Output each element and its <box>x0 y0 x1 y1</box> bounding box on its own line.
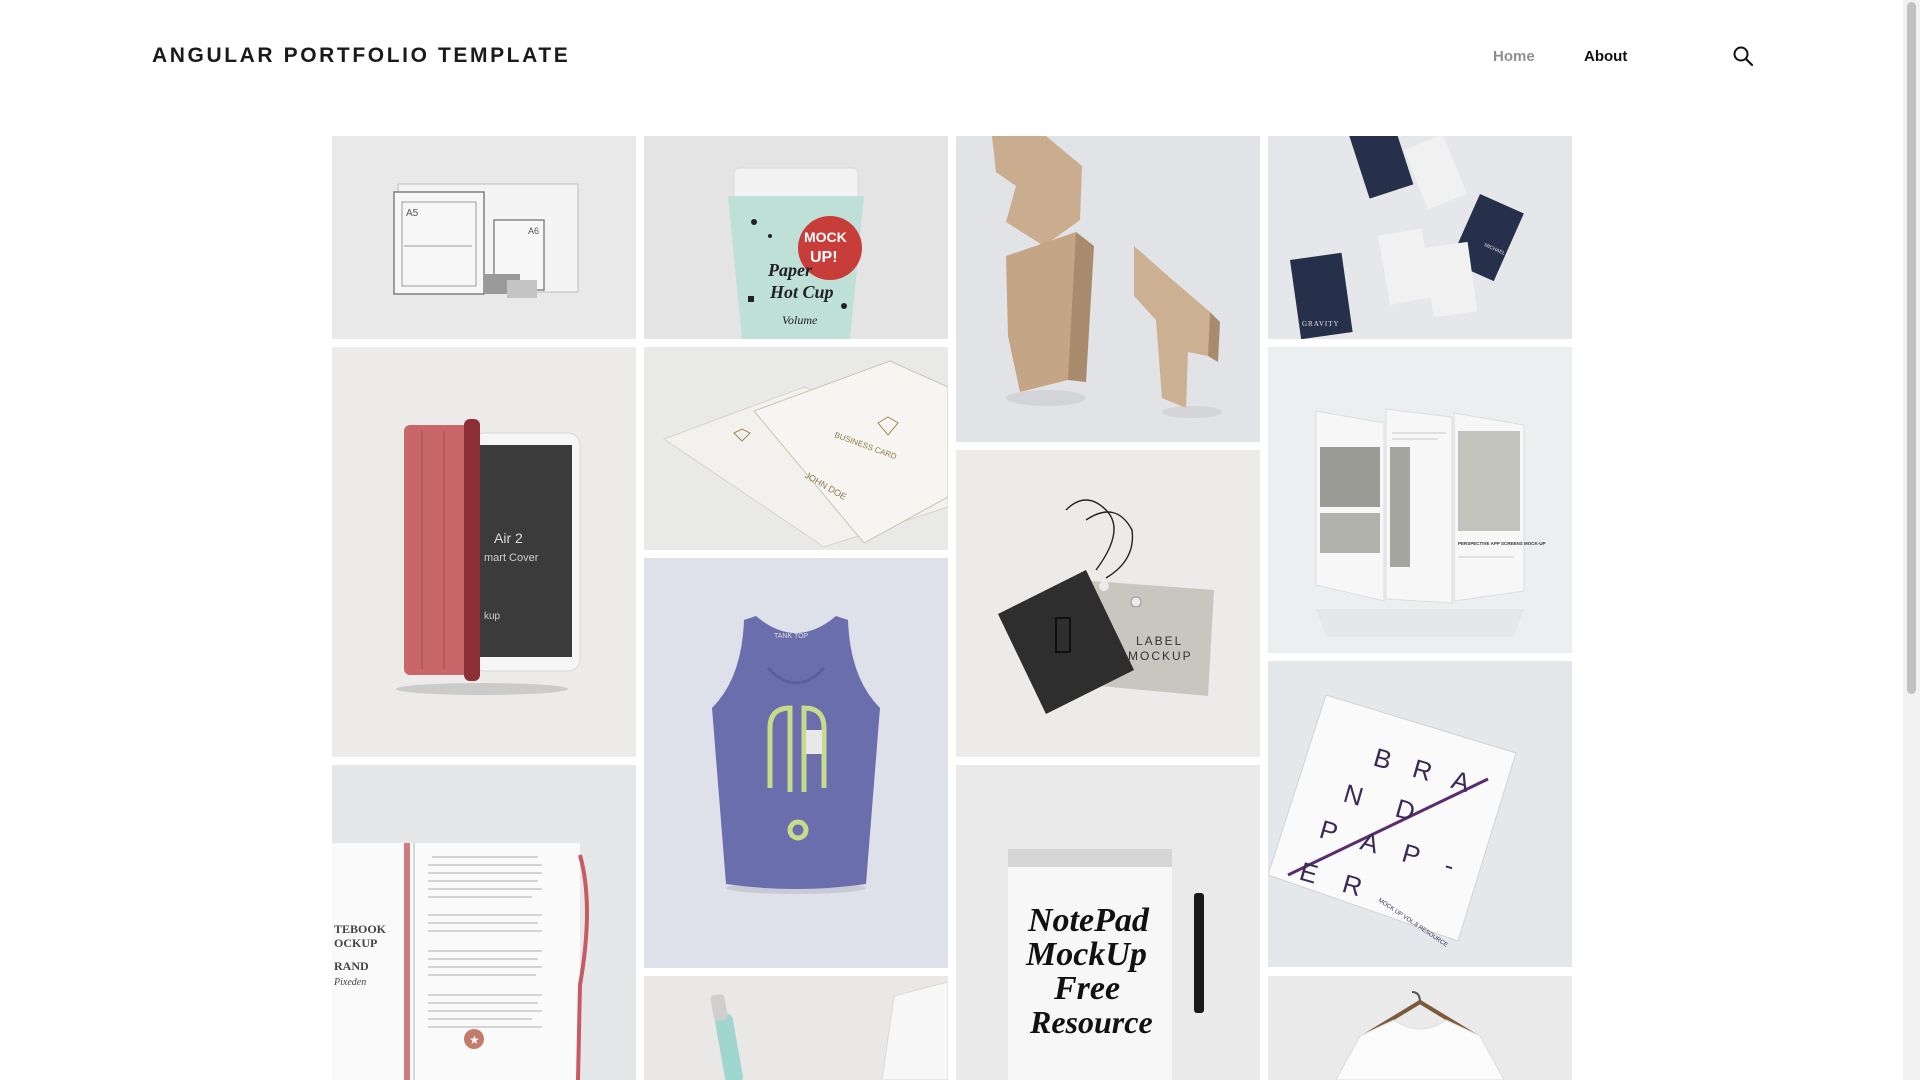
scrollbar-thumb[interactable] <box>1907 2 1916 694</box>
notebook-text-1: TEBOOK <box>334 922 387 936</box>
a5-label: A5 <box>406 208 419 219</box>
notepad-text-4: Resource <box>1029 1004 1153 1040</box>
notebook-text-3: RAND <box>334 959 369 973</box>
label-text-1: LABEL <box>1136 634 1183 648</box>
notebook-text-2: OCKUP <box>334 936 377 950</box>
portfolio-item-label[interactable]: LABEL MOCKUP <box>956 450 1260 757</box>
site-title[interactable]: ANGULAR PORTFOLIO TEMPLATE <box>152 44 570 68</box>
portfolio-item-notepad[interactable]: NotePad MockUp Free Resource <box>956 765 1260 1080</box>
portfolio-item-app-screens[interactable]: PERSPECTIVE APP SCREENS MOCK-UP <box>1268 347 1572 653</box>
nav-about-link[interactable]: About <box>1584 48 1627 65</box>
ipad-text-1: Air 2 <box>494 530 523 546</box>
portfolio-item-tank-top[interactable]: TANK TOP <box>644 558 948 968</box>
gravity-name: GRAVITY <box>1302 320 1340 328</box>
portfolio-item-wood-blocks[interactable] <box>956 136 1260 442</box>
ipad-text-2: mart Cover <box>484 552 539 564</box>
portfolio-item-notebook[interactable]: TEBOOK OCKUP RAND Pixeden ★ <box>332 765 636 1080</box>
a6-label: A6 <box>528 226 539 236</box>
notepad-text-1: NotePad <box>1027 902 1150 939</box>
cup-text-2: Hot Cup <box>769 282 834 302</box>
portfolio-item-paper-cup[interactable]: MOCK UP! Paper Hot Cup Volume <box>644 136 948 339</box>
portfolio-item-tshirt[interactable] <box>1268 976 1572 1080</box>
nav-home-link[interactable]: Home <box>1493 48 1535 65</box>
label-text-2: MOCKUP <box>1128 649 1193 663</box>
app-heading: PERSPECTIVE APP SCREENS MOCK-UP <box>1458 541 1546 546</box>
cup-text-3: Volume <box>782 313 818 327</box>
portfolio-item-brand-paper[interactable]: B R A N D P A P - E R MOCK UP VOL.8 RESO… <box>1268 661 1572 967</box>
tank-tag: TANK TOP <box>774 633 809 640</box>
cup-text-1: Paper <box>767 260 813 280</box>
portfolio-grid: A5 A6 Air 2 mart Cover kup TEBOOK OCKUP <box>332 136 1572 1080</box>
notebook-text-4: Pixeden <box>333 977 366 988</box>
portfolio-item-ipad[interactable]: Air 2 mart Cover kup <box>332 347 636 757</box>
cup-up: UP! <box>810 249 838 266</box>
search-button[interactable] <box>1732 45 1754 67</box>
ipad-text-3: kup <box>484 611 501 622</box>
svg-text:★: ★ <box>469 1033 480 1047</box>
site-header: ANGULAR PORTFOLIO TEMPLATE Home About <box>0 0 1900 110</box>
portfolio-item-pen[interactable] <box>644 976 948 1080</box>
notepad-text-3: Free <box>1053 970 1120 1007</box>
notepad-text-2: MockUp <box>1025 936 1147 973</box>
page-scrollbar[interactable] <box>1903 0 1920 1080</box>
cup-mock: MOCK <box>804 229 847 245</box>
search-icon <box>1733 46 1754 67</box>
portfolio-item-gravity-cards[interactable]: GRAVITY MICHAEL SMITH <box>1268 136 1572 339</box>
portfolio-item-stationery[interactable]: A5 A6 <box>332 136 636 339</box>
portfolio-item-business-card[interactable]: BUSINESS CARD JOHN DOE <box>644 347 948 550</box>
